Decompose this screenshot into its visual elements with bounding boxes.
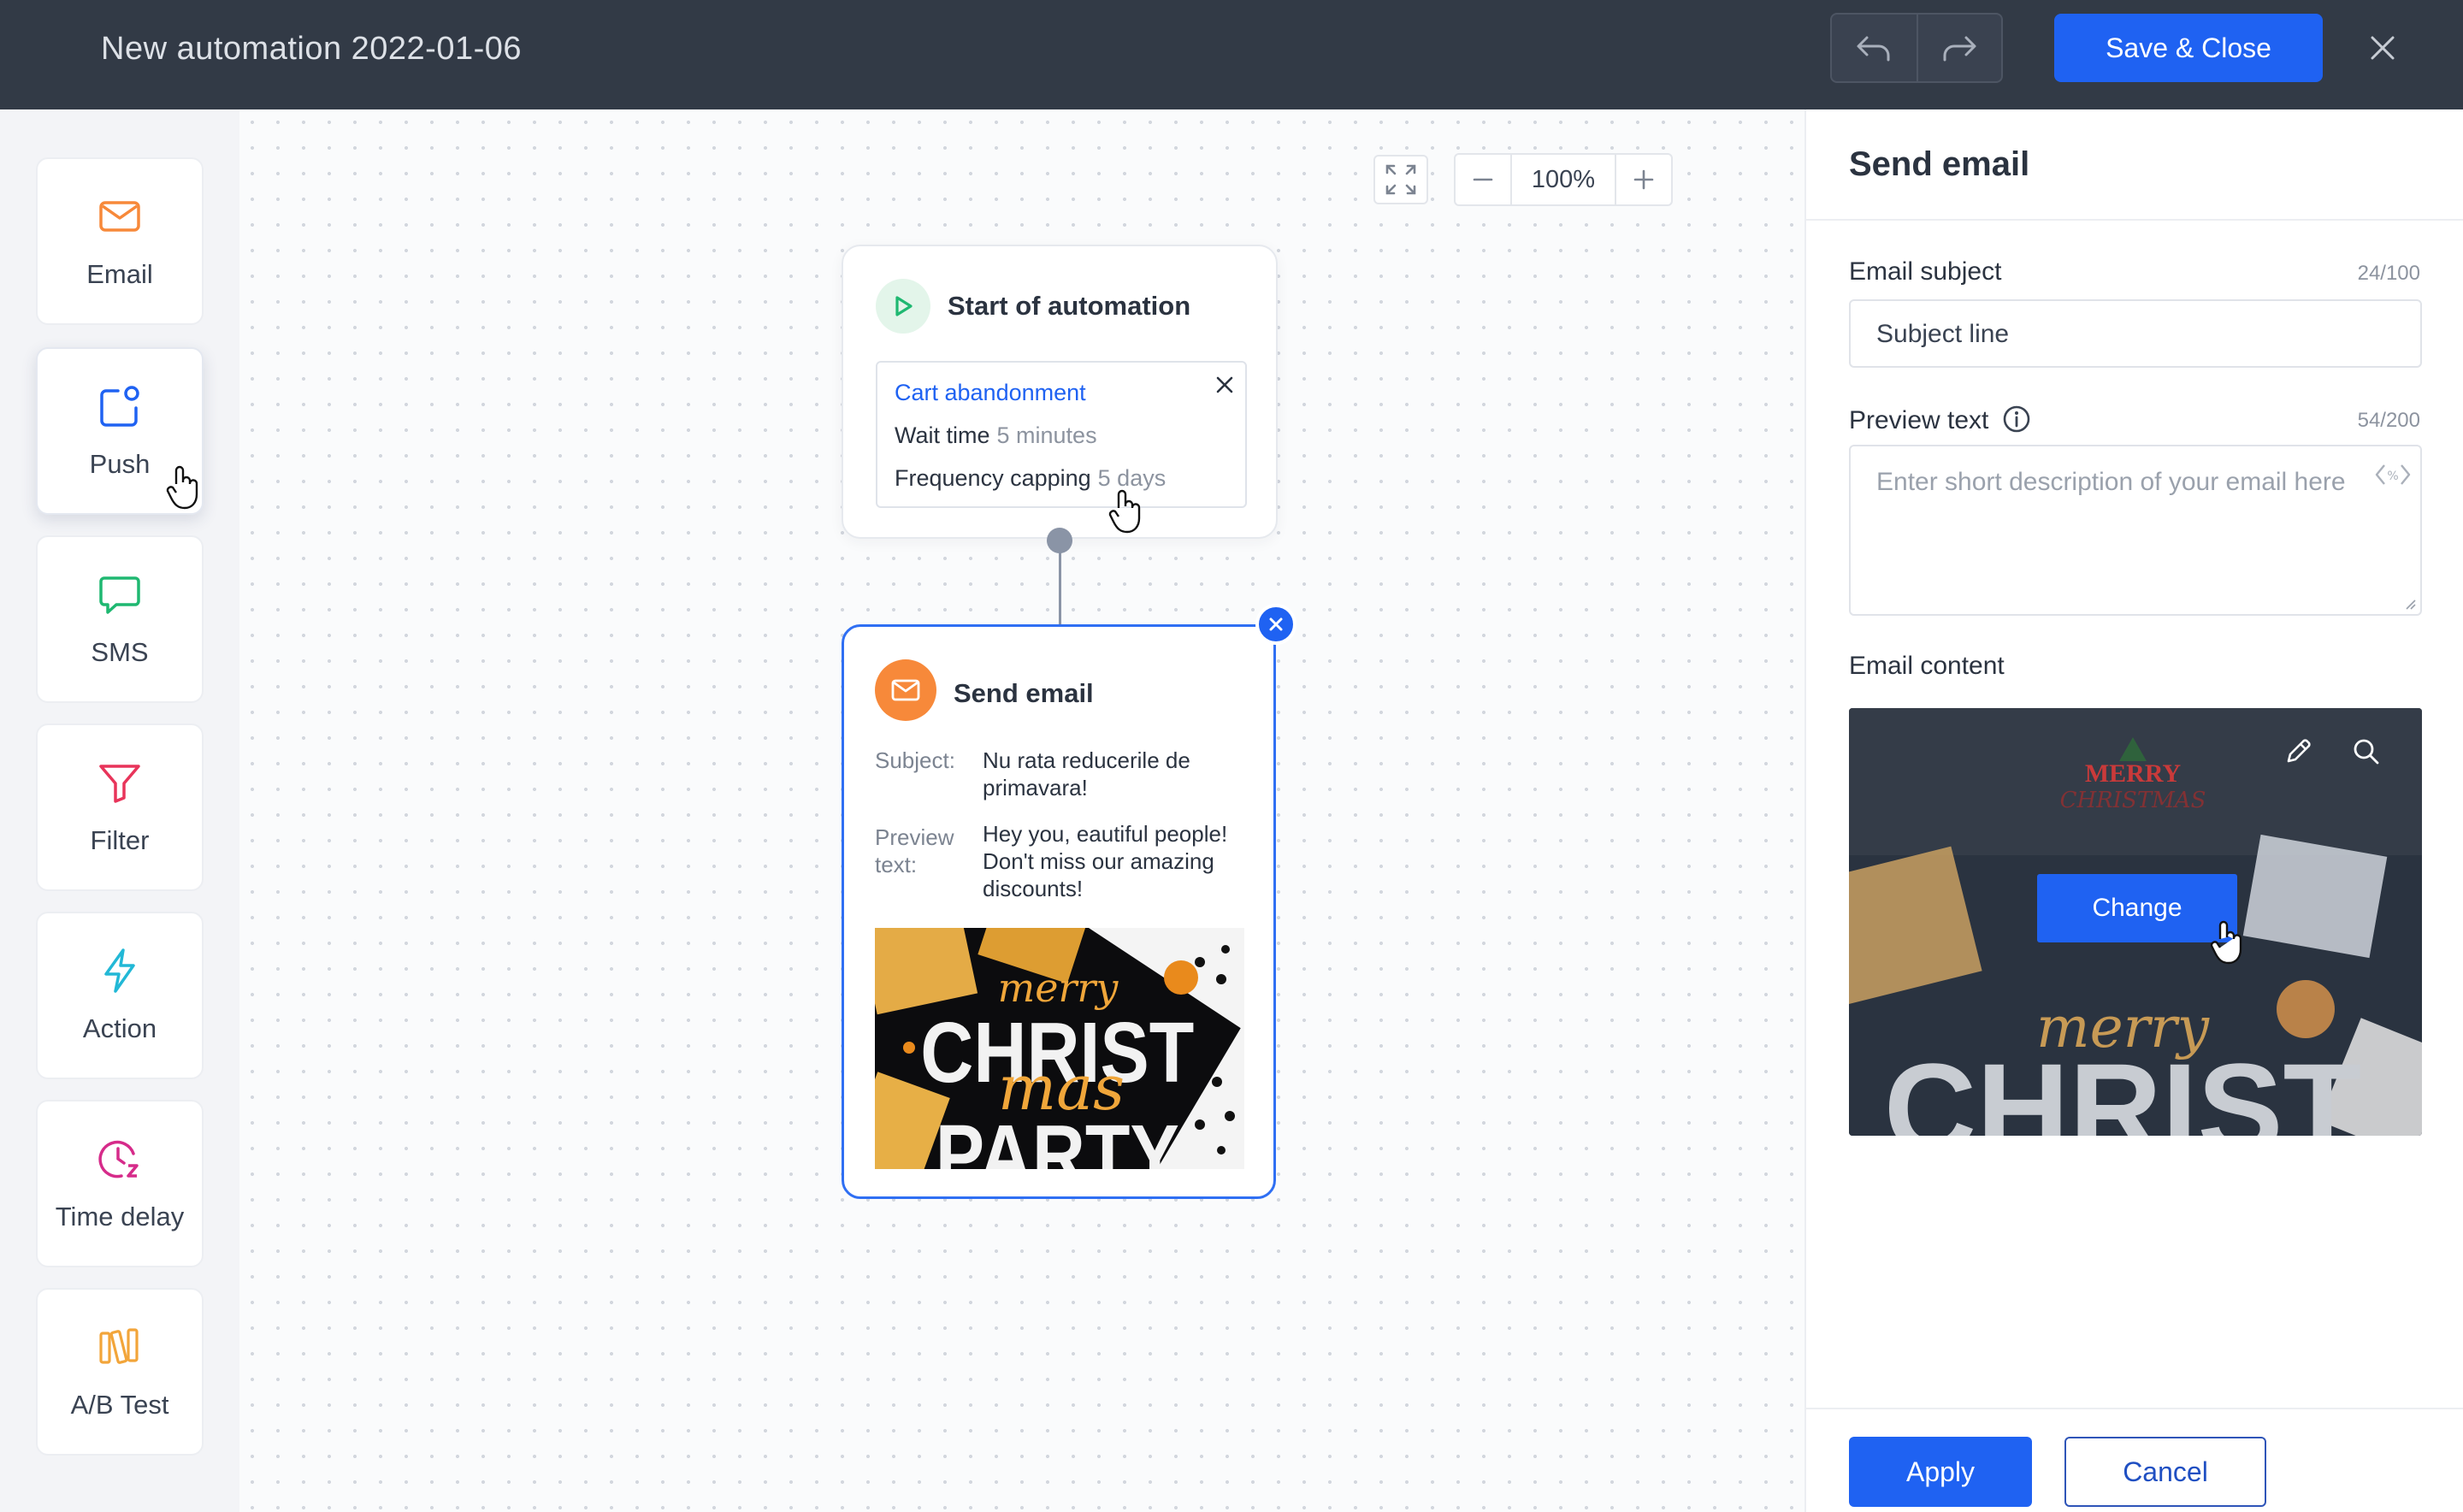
- wait-time-label: Wait time: [895, 422, 990, 448]
- zoom-out-button[interactable]: [1456, 155, 1510, 204]
- tool-email-label: Email: [86, 259, 153, 289]
- pencil-icon: [2287, 739, 2311, 763]
- tool-sms-label: SMS: [91, 637, 149, 667]
- close-button[interactable]: [2362, 27, 2403, 68]
- resize-handle-icon[interactable]: [2403, 597, 2417, 611]
- tool-time-delay[interactable]: Time delay: [36, 1100, 204, 1267]
- redo-button[interactable]: [1916, 15, 2001, 81]
- email-subject-label: Email subject: [1849, 257, 2002, 286]
- expand-icon: [1385, 164, 1416, 195]
- subject-label: Subject:: [875, 747, 955, 773]
- plus-icon: [1633, 169, 1654, 190]
- tool-ab-test[interactable]: A/B Test: [36, 1288, 204, 1456]
- zoom-level: 100%: [1510, 155, 1616, 204]
- content-headline: CHRIST: [1884, 1037, 2361, 1136]
- zoom-in-button[interactable]: [1616, 155, 1671, 204]
- fit-to-screen-button[interactable]: [1373, 155, 1428, 204]
- search-icon: [2354, 739, 2379, 765]
- brand-top-text: MERRY: [2085, 759, 2182, 788]
- mail-icon: [99, 201, 140, 232]
- chat-icon: [99, 576, 140, 614]
- hand-cursor-icon: [1108, 489, 1141, 534]
- frequency-label: Frequency capping: [895, 465, 1091, 491]
- subject-char-counter: 24/100: [2357, 262, 2420, 285]
- bolt-icon: [104, 948, 135, 993]
- email-thumbnail: merry CHRIST mas PARTY: [875, 928, 1244, 1169]
- email-content-label: Email content: [1849, 652, 2005, 680]
- panel-footer: Apply Cancel: [1806, 1408, 2463, 1512]
- tool-action[interactable]: Action: [36, 912, 204, 1079]
- undo-redo-group: [1830, 13, 2003, 83]
- save-close-button[interactable]: Save & Close: [2054, 14, 2323, 82]
- undo-icon: [1857, 36, 1890, 62]
- automation-title[interactable]: New automation 2022-01-06: [101, 31, 522, 68]
- start-node-title: Start of automation: [948, 291, 1191, 321]
- wait-time-row: Wait time 5 minutes: [895, 422, 1097, 449]
- ab-test-icon: [99, 1328, 139, 1364]
- thumb-script-text: merry: [998, 965, 1119, 1011]
- preview-char-counter: 54/200: [2357, 409, 2420, 432]
- tool-filter-label: Filter: [90, 825, 150, 855]
- tool-ab-test-label: A/B Test: [70, 1390, 169, 1420]
- tool-sms[interactable]: SMS: [36, 535, 204, 703]
- preview-text-label: Preview text: [1849, 404, 2032, 435]
- zoom-control: 100%: [1454, 153, 1673, 206]
- settings-panel: Send email Email subject 24/100 Subject …: [1804, 109, 2463, 1512]
- push-icon: [100, 386, 139, 427]
- connector-line: [1059, 547, 1061, 626]
- tool-sidebar: Email Push SMS Filter Action Time delay …: [0, 109, 239, 1512]
- trigger-card[interactable]: Cart abandonment Wait time 5 minutes Freq…: [876, 361, 1247, 508]
- personalization-tag-icon[interactable]: %: [2374, 462, 2412, 487]
- tool-filter[interactable]: Filter: [36, 724, 204, 891]
- tool-action-label: Action: [82, 1013, 157, 1043]
- start-node[interactable]: Start of automation Cart abandonment Wai…: [842, 245, 1278, 539]
- brand-bottom-text: CHRISTMAS: [2060, 788, 2206, 813]
- mail-icon: [875, 659, 936, 721]
- preview-text-label-text: Preview text: [1849, 406, 1989, 434]
- minus-icon: [1473, 178, 1493, 181]
- change-template-button[interactable]: Change: [2037, 874, 2237, 942]
- divider: [1806, 219, 2463, 221]
- preview-label: Preview text:: [875, 824, 954, 877]
- undo-button[interactable]: [1832, 15, 1917, 81]
- preview-text-placeholder: Enter short description of your email he…: [1876, 468, 2346, 496]
- play-icon: [876, 279, 930, 334]
- tool-time-delay-label: Time delay: [55, 1202, 185, 1231]
- preview-content-button[interactable]: [2345, 730, 2388, 773]
- redo-icon: [1943, 36, 1976, 62]
- email-subject-input[interactable]: Subject line: [1849, 299, 2422, 368]
- trigger-name[interactable]: Cart abandonment: [895, 380, 1086, 406]
- remove-trigger-icon[interactable]: [1213, 373, 1237, 397]
- wait-time-value: 5 minutes: [996, 422, 1097, 448]
- preview-text-field[interactable]: Enter short description of your email he…: [1849, 445, 2422, 616]
- remove-node-button[interactable]: [1255, 604, 1296, 645]
- frequency-value: 5 days: [1097, 465, 1167, 491]
- panel-title: Send email: [1849, 145, 2030, 183]
- preview-value: Hey you, eautiful people! Don't miss our…: [983, 821, 1228, 901]
- cancel-button[interactable]: Cancel: [2064, 1437, 2266, 1507]
- top-bar: New automation 2022-01-06 Save & Close: [0, 0, 2463, 109]
- close-icon: [2371, 36, 2395, 60]
- hand-cursor-icon: [2210, 920, 2242, 965]
- email-content-preview: MERRY CHRISTMAS merry CHRIST Change: [1849, 708, 2422, 1136]
- info-icon[interactable]: [2001, 404, 2032, 434]
- apply-button[interactable]: Apply: [1849, 1437, 2032, 1507]
- tool-email[interactable]: Email: [36, 157, 204, 325]
- close-icon: [1269, 617, 1283, 631]
- subject-value: Nu rata reducerile de primavara!: [983, 747, 1190, 800]
- send-email-node-title: Send email: [954, 678, 1094, 708]
- frequency-row: Frequency capping 5 days: [895, 465, 1166, 492]
- send-email-node[interactable]: Send email Subject: Nu rata reducerile d…: [842, 624, 1276, 1199]
- edit-content-button[interactable]: [2277, 730, 2319, 773]
- hand-cursor-icon: [166, 465, 198, 510]
- funnel-icon: [99, 765, 140, 803]
- svg-text:%: %: [2387, 470, 2398, 483]
- tool-push-label: Push: [89, 449, 151, 479]
- clock-icon: [98, 1140, 139, 1178]
- thumb-party: PARTY: [936, 1107, 1179, 1169]
